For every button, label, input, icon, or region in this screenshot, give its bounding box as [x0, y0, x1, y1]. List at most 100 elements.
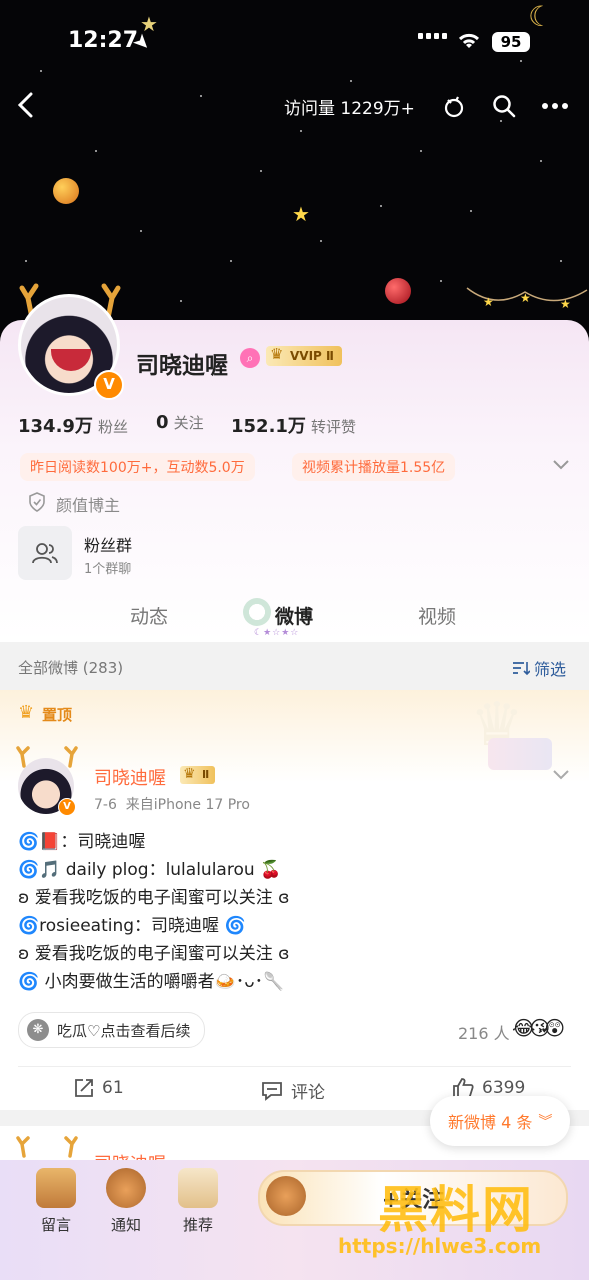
antler-decoration: [16, 1136, 78, 1158]
search-badge-icon[interactable]: ⌕: [240, 348, 260, 368]
filter-button[interactable]: 筛选: [512, 656, 566, 680]
star-icon: ★: [292, 202, 310, 226]
stat-value: 0: [156, 412, 169, 433]
profile-tag: 颜值博主: [56, 496, 121, 515]
post-line: 🌀rosieeating：司晓迪喔 🌀: [18, 916, 246, 936]
reaction-count[interactable]: 216 人: [458, 1020, 510, 1044]
svg-text:★: ★: [520, 291, 531, 305]
signal-icon: [418, 33, 447, 39]
comment-icon: [262, 1081, 282, 1101]
thumbs-up-icon: [453, 1078, 474, 1098]
repost-button[interactable]: 61: [74, 1078, 124, 1098]
post-line: ʚ 爱看我吃饭的电子闺蜜可以关注 ɞ: [18, 944, 290, 964]
wifi-icon: [456, 30, 482, 54]
svg-text:★: ★: [560, 297, 571, 311]
post-line: 🌀📕：司晓迪喔: [18, 832, 146, 852]
nav-item-recommend[interactable]: 推荐: [172, 1168, 224, 1235]
stat-engagement[interactable]: 152.1万 转评赞: [231, 412, 356, 438]
mood-icon[interactable]: [440, 92, 468, 120]
new-posts-toast[interactable]: 新微博 4 条 ︾: [430, 1096, 571, 1146]
stat-label: 粉丝: [98, 418, 129, 436]
crown-icon: ♛: [270, 345, 284, 363]
search-icon[interactable]: [490, 92, 518, 120]
author-badge-label: Ⅱ: [202, 768, 210, 781]
stat-label: 转评赞: [311, 418, 357, 436]
post-line: ʚ 爱看我吃饭的电子闺蜜可以关注 ɞ: [18, 888, 290, 908]
verified-badge-icon: V: [94, 370, 124, 400]
planet-icon: [53, 178, 79, 204]
battery-level: 95: [500, 33, 522, 51]
tab-dynamic[interactable]: 动态: [130, 602, 168, 629]
comment-button[interactable]: 评论: [261, 1078, 325, 1103]
stat-label: 关注: [173, 414, 204, 432]
post-meta: 7-6 来自iPhone 17 Pro: [94, 797, 250, 813]
svg-text:★: ★: [483, 295, 494, 309]
stat-followers[interactable]: 134.9万 粉丝: [18, 412, 128, 438]
verified-badge-icon: V: [58, 798, 76, 816]
post-divider: [18, 1066, 571, 1067]
post-menu-chevron-icon[interactable]: [552, 766, 570, 785]
bear-icon: [106, 1168, 146, 1208]
nav-label: 通知: [110, 1216, 141, 1234]
post-line: 🌀🎵 daily plog：lulalularou 🍒: [18, 860, 282, 880]
tab-weibo[interactable]: 微博: [275, 602, 313, 629]
nav-item-notify[interactable]: 通知: [100, 1168, 152, 1235]
fan-group-title: 粉丝群: [84, 536, 133, 555]
filter-bar: 全部微博 (283) 筛选: [0, 642, 589, 690]
figurines-decoration: [488, 738, 552, 770]
stat-value: 134.9万: [18, 416, 93, 437]
gift-icon: [178, 1168, 218, 1208]
profile-card: V 司晓迪喔 ⌕ ♛ VVIP Ⅱ 134.9万 粉丝 0 关注 152.1万 …: [0, 283, 589, 642]
like-count: 6399: [482, 1078, 526, 1098]
melon-icon: ❋: [27, 1019, 49, 1041]
pinned-label: 置顶: [42, 706, 73, 724]
double-chevron-down-icon: ︾: [538, 1114, 553, 1130]
vip-badge[interactable]: ♛ VVIP Ⅱ: [266, 345, 342, 366]
repost-icon: [75, 1079, 93, 1097]
all-posts-count: 全部微博 (283): [18, 659, 124, 677]
nav-label: 留言: [40, 1216, 71, 1234]
author-vip-badge: ♛ Ⅱ: [180, 766, 216, 784]
vip-badge-label: VVIP Ⅱ: [290, 349, 334, 363]
watermark-brand: 黑料网: [378, 1181, 534, 1239]
bottom-bar: 留言 通知 推荐 +关注 黑料网 https://hlwe3.com: [0, 1160, 589, 1280]
post-line: 🌀 小肉要做生活的嚼嚼者🍛･ᴗ･🥄: [18, 972, 285, 992]
reaction-emoji-icons: 😂😘😲: [512, 1016, 565, 1040]
filter-label: 筛选: [534, 660, 567, 679]
profile-name: 司晓迪喔: [136, 353, 228, 379]
fan-group-subtitle: 1个群聊: [84, 562, 132, 577]
read-stats-pill[interactable]: 昨日阅读数100万+，互动数5.0万: [20, 453, 255, 481]
comment-label: 评论: [291, 1083, 325, 1103]
new-posts-label: 新微博 4 条: [448, 1113, 533, 1132]
crown-icon: ♛: [183, 766, 196, 782]
tab-active-indicator: ☾★☆★☆: [254, 628, 300, 638]
like-button[interactable]: 6399: [452, 1078, 525, 1098]
post-body: 🌀📕：司晓迪喔 🌀🎵 daily plog：lulalularou 🍒 ʚ 爱看…: [18, 828, 558, 996]
tab-video[interactable]: 视频: [418, 602, 456, 629]
stat-following[interactable]: 0 关注: [156, 412, 204, 433]
group-icon: [18, 526, 72, 580]
repost-count: 61: [102, 1078, 124, 1098]
status-time: 12:27: [68, 28, 139, 53]
red-planet-icon: [385, 278, 411, 304]
follow-bear-icon: [266, 1176, 306, 1216]
crown-icon: ♛: [18, 702, 35, 723]
topic-chip[interactable]: ❋ 吃瓜♡点击查看后续: [18, 1012, 206, 1048]
visit-count: 访问量 1229万+: [284, 99, 415, 119]
stat-value: 152.1万: [231, 416, 306, 437]
video-stats-pill[interactable]: 视频累计播放量1.55亿: [292, 453, 456, 481]
chair-icon: [36, 1168, 76, 1208]
nav-item-message[interactable]: 留言: [30, 1168, 82, 1235]
watermark-url: https://hlwe3.com: [338, 1234, 542, 1258]
shield-icon: [28, 492, 46, 516]
back-button[interactable]: [10, 88, 40, 122]
nav-label: 推荐: [182, 1216, 213, 1234]
fan-group-entry[interactable]: 粉丝群 1个群聊: [18, 526, 318, 582]
pinned-post[interactable]: ♛ 置顶 ♛ V 司晓迪喔 ♛ Ⅱ 7-6 来自iPhone 17 Pro 🌀📕…: [0, 690, 589, 1110]
moon-icon: ☾: [528, 0, 554, 33]
tab-weibo-icon: [243, 598, 271, 626]
expand-chevron-icon[interactable]: [552, 456, 570, 475]
author-name[interactable]: 司晓迪喔: [94, 764, 166, 790]
battery-indicator: 95: [492, 32, 530, 52]
more-icon[interactable]: [540, 92, 570, 120]
